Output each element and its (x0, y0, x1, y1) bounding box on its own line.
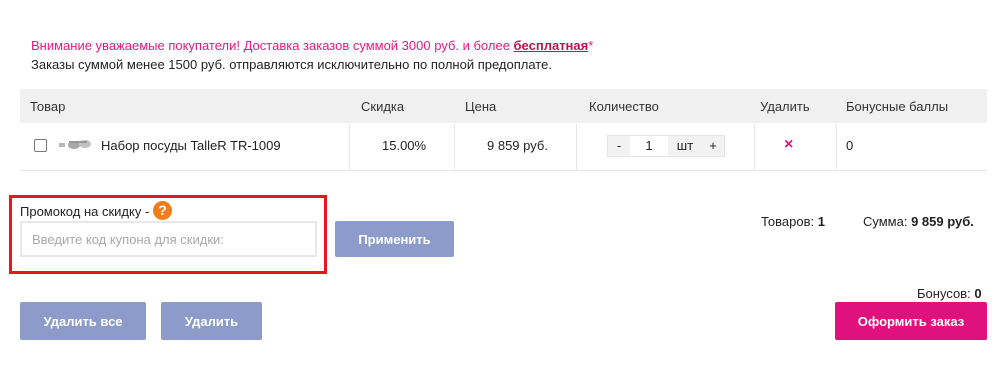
product-name[interactable]: Набор посуды TalleR TR-1009 (101, 138, 281, 153)
product-thumbnail[interactable] (57, 138, 93, 152)
goods-count-label: Товаров: (761, 214, 815, 229)
column-divider (454, 124, 455, 170)
promo-label: Промокод на скидку - (20, 204, 150, 219)
column-divider (349, 124, 350, 170)
price-value: 9 859 руб. (487, 138, 548, 153)
discount-value: 15.00% (382, 138, 427, 153)
column-divider (754, 124, 755, 170)
checkout-button[interactable]: Оформить заказ (835, 302, 987, 340)
delivery-notice: Внимание уважаемые покупатели! Доставка … (31, 38, 593, 53)
quantity-unit: шт (676, 138, 694, 153)
delete-item-icon[interactable]: × (784, 136, 793, 154)
quantity-input[interactable]: 1 (630, 136, 668, 156)
header-discount: Скидка (361, 99, 405, 114)
column-divider (836, 124, 837, 170)
cart-table-header: Товар Скидка Цена Количество Удалить Бон… (20, 89, 987, 123)
header-bonus: Бонусные баллы (846, 99, 949, 114)
footnote-star: * (588, 38, 594, 53)
goods-count-value: 1 (817, 214, 825, 229)
quantity-increase-button[interactable]: + (702, 136, 724, 156)
row-select-checkbox[interactable] (34, 139, 47, 152)
delete-all-button[interactable]: Удалить все (20, 302, 146, 340)
order-total: Сумма: 9 859 руб. (863, 214, 974, 229)
help-icon[interactable]: ? (153, 201, 172, 220)
quantity-decrease-button[interactable]: - (608, 136, 630, 156)
apply-promo-button[interactable]: Применить (335, 221, 454, 257)
bonus-total-value: 0 (974, 286, 982, 301)
delivery-notice-text: Внимание уважаемые покупатели! Доставка … (31, 38, 514, 53)
delete-selected-button[interactable]: Удалить (161, 302, 262, 340)
header-quantity: Количество (589, 99, 659, 114)
order-total-label: Сумма: (863, 214, 908, 229)
header-product: Товар (30, 99, 66, 114)
promo-code-input[interactable] (20, 221, 317, 257)
table-row: Набор посуды TalleR TR-1009 15.00% 9 859… (20, 124, 987, 171)
bonus-total-label: Бонусов: (917, 286, 971, 301)
header-delete: Удалить (760, 99, 810, 114)
prepayment-notice: Заказы суммой менее 1500 руб. отправляют… (31, 57, 552, 72)
quantity-stepper: - 1 шт + (607, 135, 725, 157)
free-delivery-link[interactable]: бесплатная (514, 38, 589, 53)
bonus-total: Бонусов: 0 (917, 286, 982, 301)
order-total-value: 9 859 руб. (911, 214, 974, 229)
bonus-points-value: 0 (846, 138, 854, 153)
goods-count: Товаров: 1 (761, 214, 825, 229)
header-price: Цена (465, 99, 497, 114)
column-divider (576, 124, 577, 170)
